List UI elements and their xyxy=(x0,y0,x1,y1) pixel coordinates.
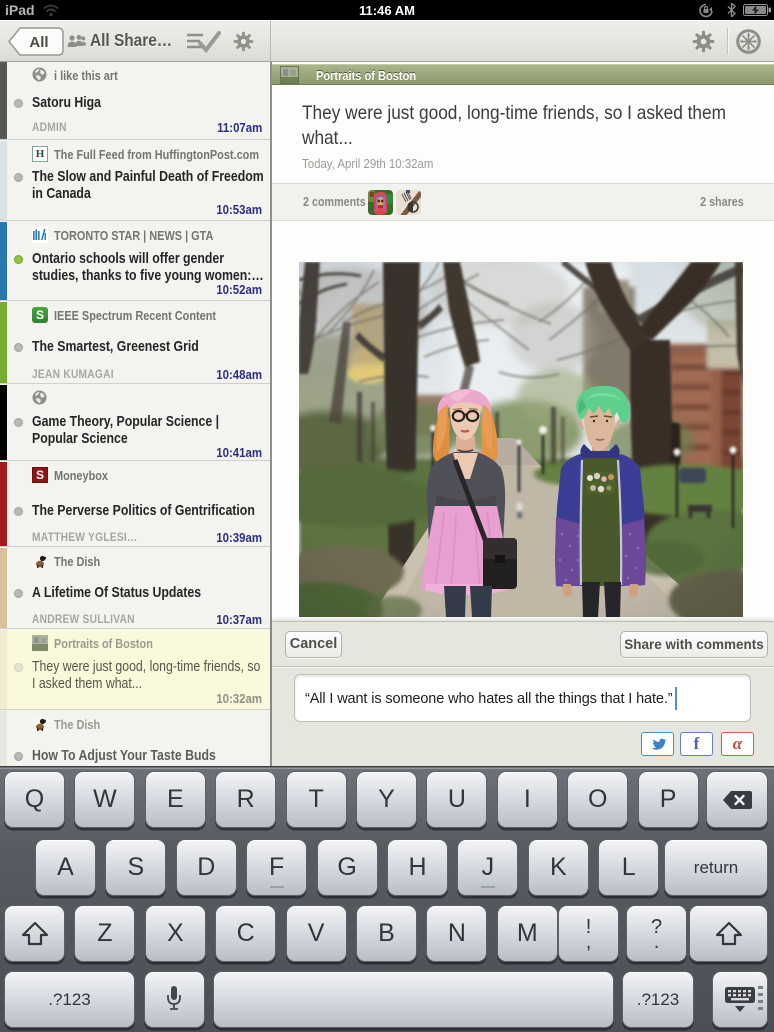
svg-text:All: All xyxy=(29,34,48,51)
